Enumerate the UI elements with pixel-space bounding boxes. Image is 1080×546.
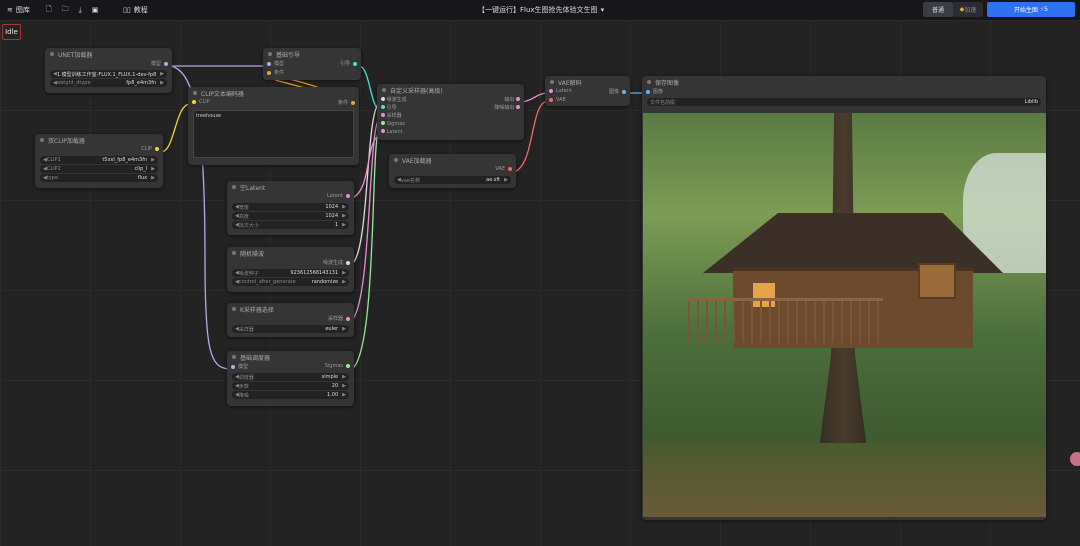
- input-slot[interactable]: [267, 70, 271, 75]
- output-slot[interactable]: [346, 260, 350, 265]
- output-slot[interactable]: [516, 97, 520, 101]
- input-slot[interactable]: [267, 61, 271, 66]
- node-vae-decode[interactable]: VAE解码 Latent 图像 VAE: [545, 76, 630, 106]
- output-slot[interactable]: [346, 364, 350, 368]
- noise-seed-widget[interactable]: ◀ 噪波种子 923612568143131 ▶: [232, 269, 349, 277]
- output-slot[interactable]: [353, 61, 357, 66]
- floating-assistant-button[interactable]: [1070, 452, 1080, 466]
- node-unet-loader[interactable]: UNET加载器 模型 ◀ 1.模型训练工作室-FLUX.1_FLUX.1-dev-…: [45, 48, 172, 93]
- input-slot[interactable]: [381, 129, 385, 133]
- node-basic-guider[interactable]: 基础引导 模型 引导 条件: [263, 48, 361, 80]
- input-slot[interactable]: [231, 364, 235, 369]
- input-slot[interactable]: [549, 98, 553, 102]
- input-slot[interactable]: [381, 97, 385, 101]
- output-slot[interactable]: [346, 194, 350, 198]
- input-slot[interactable]: [549, 89, 553, 93]
- input-slot[interactable]: [381, 113, 385, 117]
- input-slot[interactable]: [381, 105, 385, 109]
- height-widget[interactable]: ◀ 高度 1024 ▶: [232, 212, 349, 220]
- scheduler-widget[interactable]: ◀ 调度器 simple ▶: [232, 373, 349, 381]
- output-slot[interactable]: [516, 105, 520, 109]
- unet-name-widget[interactable]: ◀ 1.模型训练工作室-FLUX.1_FLUX.1-dev-fp8 ▶: [50, 70, 167, 78]
- node-clip-text-encode[interactable]: CLIP文本编码器 CLIP 条件 treehouse: [188, 87, 359, 165]
- batch-size-widget[interactable]: ◀ 批次大小 1 ▶: [232, 221, 349, 229]
- output-slot[interactable]: [508, 167, 512, 171]
- node-empty-latent[interactable]: 空Latent Latent ◀ 宽度 1024 ▶ ◀ 高度 1024 ▶ ◀ 批次大…: [227, 181, 354, 235]
- output-slot[interactable]: [155, 147, 159, 151]
- type-widget[interactable]: ◀ type flux ▶: [40, 174, 158, 182]
- node-ksampler-select[interactable]: K采样器选择 采样器 ◀ 采样器 euler ▶: [227, 303, 354, 337]
- sampler-name-widget[interactable]: ◀ 采样器 euler ▶: [232, 325, 349, 333]
- output-slot[interactable]: [346, 316, 350, 321]
- vae-name-widget[interactable]: ◀ vae名称 ae.sft ▶: [394, 176, 511, 184]
- output-slot[interactable]: [164, 61, 168, 66]
- wire-clip: [160, 103, 191, 153]
- generated-image-treehouse: [643, 113, 1046, 517]
- denoise-widget[interactable]: ◀ 降噪 1.00 ▶: [232, 391, 349, 399]
- node-random-noise[interactable]: 随机噪波 噪波生成 ◀ 噪波种子 923612568143131 ▶ ◀ contr…: [227, 247, 354, 292]
- output-slot[interactable]: [622, 89, 626, 94]
- filename-prefix-widget[interactable]: 文件名前缀 Liblib: [647, 98, 1041, 106]
- node-sampler-custom-advanced[interactable]: 自定义采样器(高级) 噪波生成 引导 采样器 Sigmas Latent 输出 …: [377, 84, 524, 140]
- node-basic-scheduler[interactable]: 基础调度器 模型 Sigmas ◀ 调度器 simple ▶ ◀ 步数 20 ▶ ◀ 降噪…: [227, 351, 354, 406]
- input-slot[interactable]: [192, 100, 196, 104]
- node-dual-clip-loader[interactable]: 双CLIP加载器 CLIP ◀ CLIP1 t5xxl_fp8_e4m3fn ▶ ◀…: [35, 134, 163, 188]
- node-vae-loader[interactable]: VAE加载器 VAE ◀ vae名称 ae.sft ▶: [389, 154, 516, 188]
- steps-widget[interactable]: ◀ 步数 20 ▶: [232, 382, 349, 390]
- output-slot[interactable]: [351, 100, 355, 105]
- input-slot[interactable]: [646, 89, 650, 94]
- control-after-generate-widget[interactable]: ◀ control_after_generate randomize ▶: [232, 278, 349, 286]
- width-widget[interactable]: ◀ 宽度 1024 ▶: [232, 203, 349, 211]
- clip2-widget[interactable]: ◀ CLIP2 clip_l ▶: [40, 165, 158, 173]
- weight-dtype-widget[interactable]: ◀ weight_dtype fp8_e4m3fn ▶: [50, 79, 167, 87]
- prompt-textarea[interactable]: treehouse: [193, 110, 354, 158]
- wire-sampler-decode: [521, 92, 548, 103]
- clip1-widget[interactable]: ◀ CLIP1 t5xxl_fp8_e4m3fn ▶: [40, 156, 158, 164]
- input-slot[interactable]: [381, 121, 385, 125]
